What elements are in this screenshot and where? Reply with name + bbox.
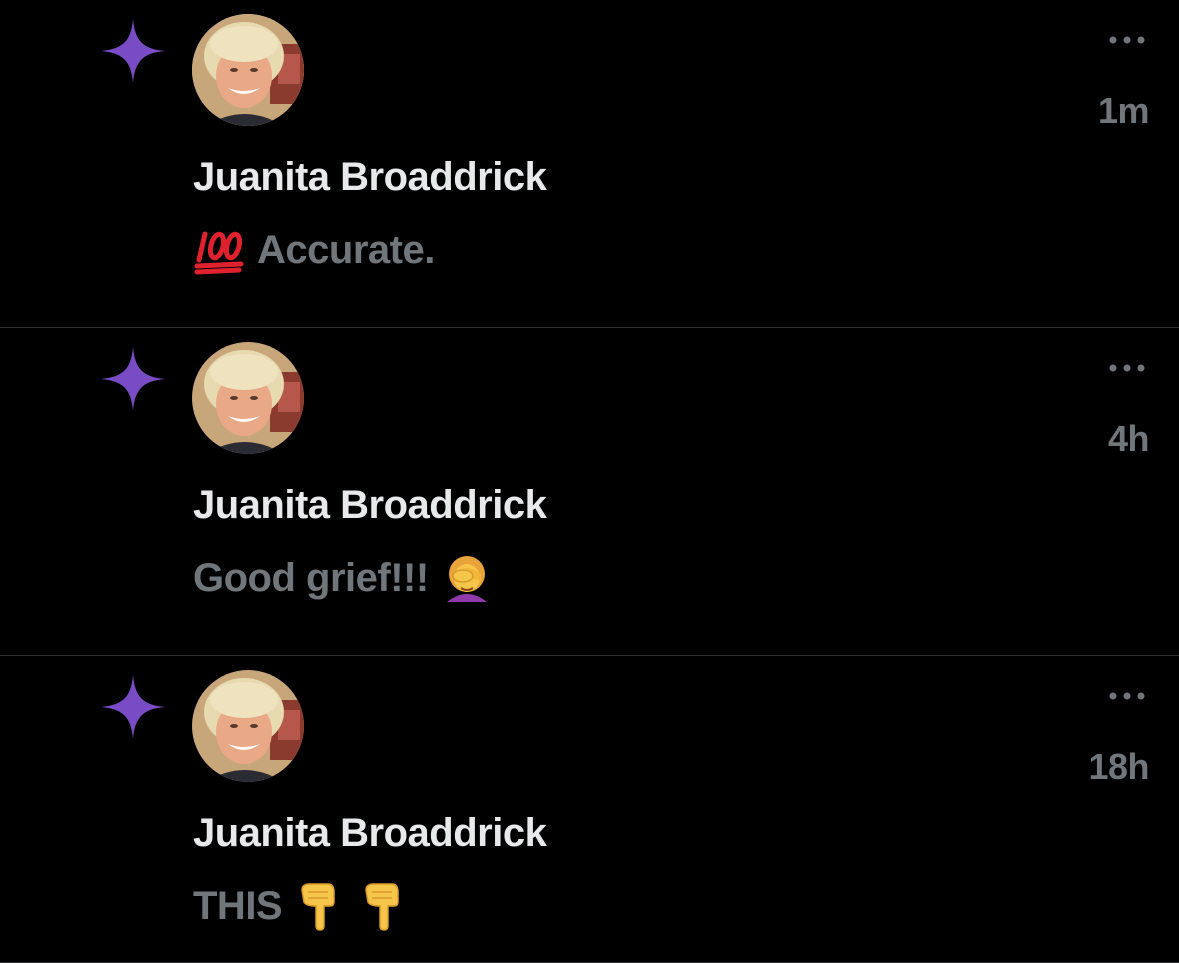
sparkle-star-icon — [101, 675, 165, 739]
post-text[interactable]: Good grief!!! — [193, 552, 493, 604]
timestamp: 4h — [1107, 418, 1150, 459]
author-name[interactable]: Juanita Broaddrick — [193, 155, 547, 200]
backhand-index-pointing-down-emoji — [294, 880, 346, 932]
notification-item[interactable]: 18h Juanita Broaddrick THIS — [0, 656, 1179, 963]
notifications-feed: 1m Juanita Broaddrick Accurate. 4h Juani… — [0, 0, 1179, 963]
woman-facepalming-emoji — [441, 552, 493, 604]
post-text-content: THIS — [193, 883, 283, 928]
notification-item[interactable]: 4h Juanita Broaddrick Good grief!!! — [0, 328, 1179, 656]
sparkle-star-icon — [101, 19, 165, 83]
timestamp: 18h — [1088, 746, 1149, 787]
more-dots-icon[interactable] — [1103, 682, 1151, 710]
author-name[interactable]: Juanita Broaddrick — [193, 811, 547, 856]
more-dots-icon[interactable] — [1103, 26, 1151, 54]
post-text-content: Good grief!!! — [193, 555, 429, 600]
avatar[interactable] — [192, 342, 304, 454]
timestamp: 1m — [1097, 90, 1150, 131]
post-text[interactable]: THIS — [193, 880, 410, 932]
notification-item[interactable]: 1m Juanita Broaddrick Accurate. — [0, 0, 1179, 328]
backhand-index-pointing-down-emoji — [358, 880, 410, 932]
post-text-content: Accurate. — [257, 227, 435, 272]
sparkle-star-icon — [101, 347, 165, 411]
more-dots-icon[interactable] — [1103, 354, 1151, 382]
post-text[interactable]: Accurate. — [193, 224, 435, 276]
avatar[interactable] — [192, 670, 304, 782]
hundred-points-emoji — [193, 224, 245, 276]
avatar[interactable] — [192, 14, 304, 126]
author-name[interactable]: Juanita Broaddrick — [193, 483, 547, 528]
